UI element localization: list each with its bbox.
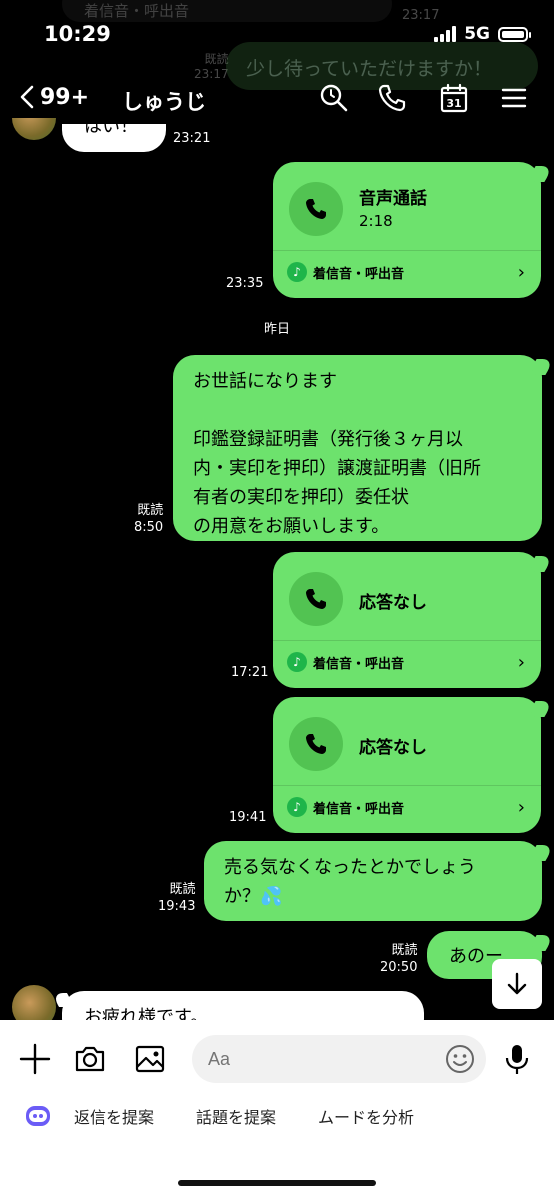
message-time: 19:43 [158, 899, 196, 914]
ringtone-link[interactable]: ♪ 着信音・呼出音 [287, 652, 404, 672]
scroll-to-bottom-button[interactable] [492, 959, 542, 1009]
music-note-icon: ♪ [287, 797, 307, 817]
search-button[interactable] [318, 82, 350, 114]
read-receipt: 既読 20:50 [380, 942, 417, 976]
outgoing-text-bubble: お世話になります 印鑑登録証明書（発行後３ヶ月以 内・実印を押印）譲渡証明書（旧… [173, 355, 542, 541]
text-line: 売る気なくなったとかでしょう [224, 857, 476, 878]
arrow-down-icon [507, 972, 527, 995]
svg-text:31: 31 [446, 97, 461, 110]
phone-circle [289, 182, 343, 236]
read-receipt: 既読 19:43 [158, 881, 195, 915]
message-time: 17:21 [231, 665, 269, 680]
microphone-icon [505, 1045, 529, 1074]
message-time: 23:35 [226, 276, 264, 291]
message-input[interactable] [192, 1035, 486, 1083]
phone-circle [289, 572, 343, 626]
call-title: 応答なし [359, 593, 427, 613]
network-label: 5G [464, 24, 490, 44]
text-line: 印鑑登録証明書（発行後３ヶ月以 [193, 429, 463, 450]
faded-ringtone-text: 着信音・呼出音 [84, 2, 190, 20]
status-time: 10:29 [44, 22, 111, 46]
image-button[interactable] [131, 1040, 169, 1078]
music-note-icon: ♪ [287, 652, 307, 672]
message-time: 19:41 [229, 810, 267, 825]
menu-button[interactable] [498, 82, 530, 114]
image-icon [135, 1045, 165, 1073]
call-title: 応答なし [359, 738, 427, 758]
call-title: 音声通話 [359, 189, 427, 209]
ai-assistant-icon[interactable] [24, 1102, 52, 1130]
status-indicators: 5G [434, 24, 531, 44]
phone-icon [306, 734, 326, 754]
ringtone-link[interactable]: ♪ 着信音・呼出音 [287, 262, 404, 282]
phone-icon [306, 589, 326, 609]
chevron-right-icon: › [517, 652, 525, 673]
faded-read-meta: 既読 23:17 [194, 52, 229, 82]
divider [273, 785, 541, 786]
back-button[interactable]: 99+ [18, 84, 89, 110]
message-time: 8:50 [134, 520, 164, 535]
missed-call-card[interactable]: 応答なし ♪ 着信音・呼出音 › [273, 697, 541, 833]
music-note-icon: ♪ [287, 262, 307, 282]
calendar-button[interactable]: 31 [438, 82, 470, 114]
phone-circle [289, 717, 343, 771]
missed-call-card[interactable]: 応答なし ♪ 着信音・呼出音 › [273, 552, 541, 688]
plus-icon [19, 1043, 51, 1075]
message-time: 20:50 [380, 960, 418, 975]
text-line: お世話になります [193, 371, 337, 392]
read-label: 既読 [391, 943, 418, 958]
add-button[interactable] [16, 1040, 54, 1078]
suggest-reply-button[interactable]: 返信を提案 [74, 1104, 154, 1128]
read-label: 既読 [169, 882, 196, 897]
hamburger-menu-icon [501, 88, 527, 108]
camera-icon [75, 1046, 105, 1072]
faded-read-label: 既読 [204, 52, 229, 66]
chat-title: しゅうじ [122, 90, 206, 114]
voice-input-button[interactable] [498, 1040, 536, 1078]
ringtone-link[interactable]: ♪ 着信音・呼出音 [287, 797, 404, 817]
ringtone-label: 着信音・呼出音 [313, 801, 405, 817]
divider [273, 640, 541, 641]
call-button[interactable] [376, 82, 408, 114]
battery-icon [498, 26, 531, 42]
phone-icon [306, 199, 326, 219]
signal-icon [434, 26, 457, 42]
read-receipt: 既読 8:50 [134, 502, 163, 536]
ringtone-label: 着信音・呼出音 [313, 656, 405, 672]
text-line [193, 396, 522, 425]
chevron-right-icon: › [517, 797, 525, 818]
faded-time: 23:17 [402, 8, 440, 23]
chevron-left-icon [20, 85, 34, 109]
smiley-icon [446, 1045, 474, 1073]
outgoing-text-bubble: 売る気なくなったとかでしょう か？💦 [204, 841, 542, 921]
text-line: 有者の実印を押印）委任状 [193, 487, 409, 508]
divider [273, 250, 541, 251]
calendar-icon: 31 [440, 83, 468, 113]
unread-count: 99+ [40, 84, 90, 110]
voice-call-card[interactable]: 音声通話 2:18 ♪ 着信音・呼出音 › [273, 162, 541, 298]
date-separator: 昨日 [263, 322, 290, 337]
camera-button[interactable] [71, 1040, 109, 1078]
chevron-right-icon: › [517, 262, 525, 283]
search-icon [320, 84, 348, 112]
text-line: の用意をお願いします。 [193, 516, 390, 537]
suggest-topic-button[interactable]: 話題を提案 [196, 1104, 276, 1128]
text-line: 内・実印を押印）譲渡証明書（旧所 [193, 458, 481, 479]
faded-read-time: 23:17 [194, 67, 229, 81]
analyze-mood-button[interactable]: ムードを分析 [318, 1104, 414, 1128]
emoji-button[interactable] [444, 1043, 476, 1075]
home-indicator [178, 1180, 376, 1186]
read-label: 既読 [137, 503, 164, 518]
faded-green-text: 少し待っていただけますか！ [246, 58, 493, 80]
ringtone-label: 着信音・呼出音 [313, 266, 405, 282]
call-duration: 2:18 [359, 212, 393, 230]
text-line: か？💦 [224, 886, 283, 907]
message-time: 23:21 [173, 131, 211, 146]
phone-icon [378, 84, 406, 112]
